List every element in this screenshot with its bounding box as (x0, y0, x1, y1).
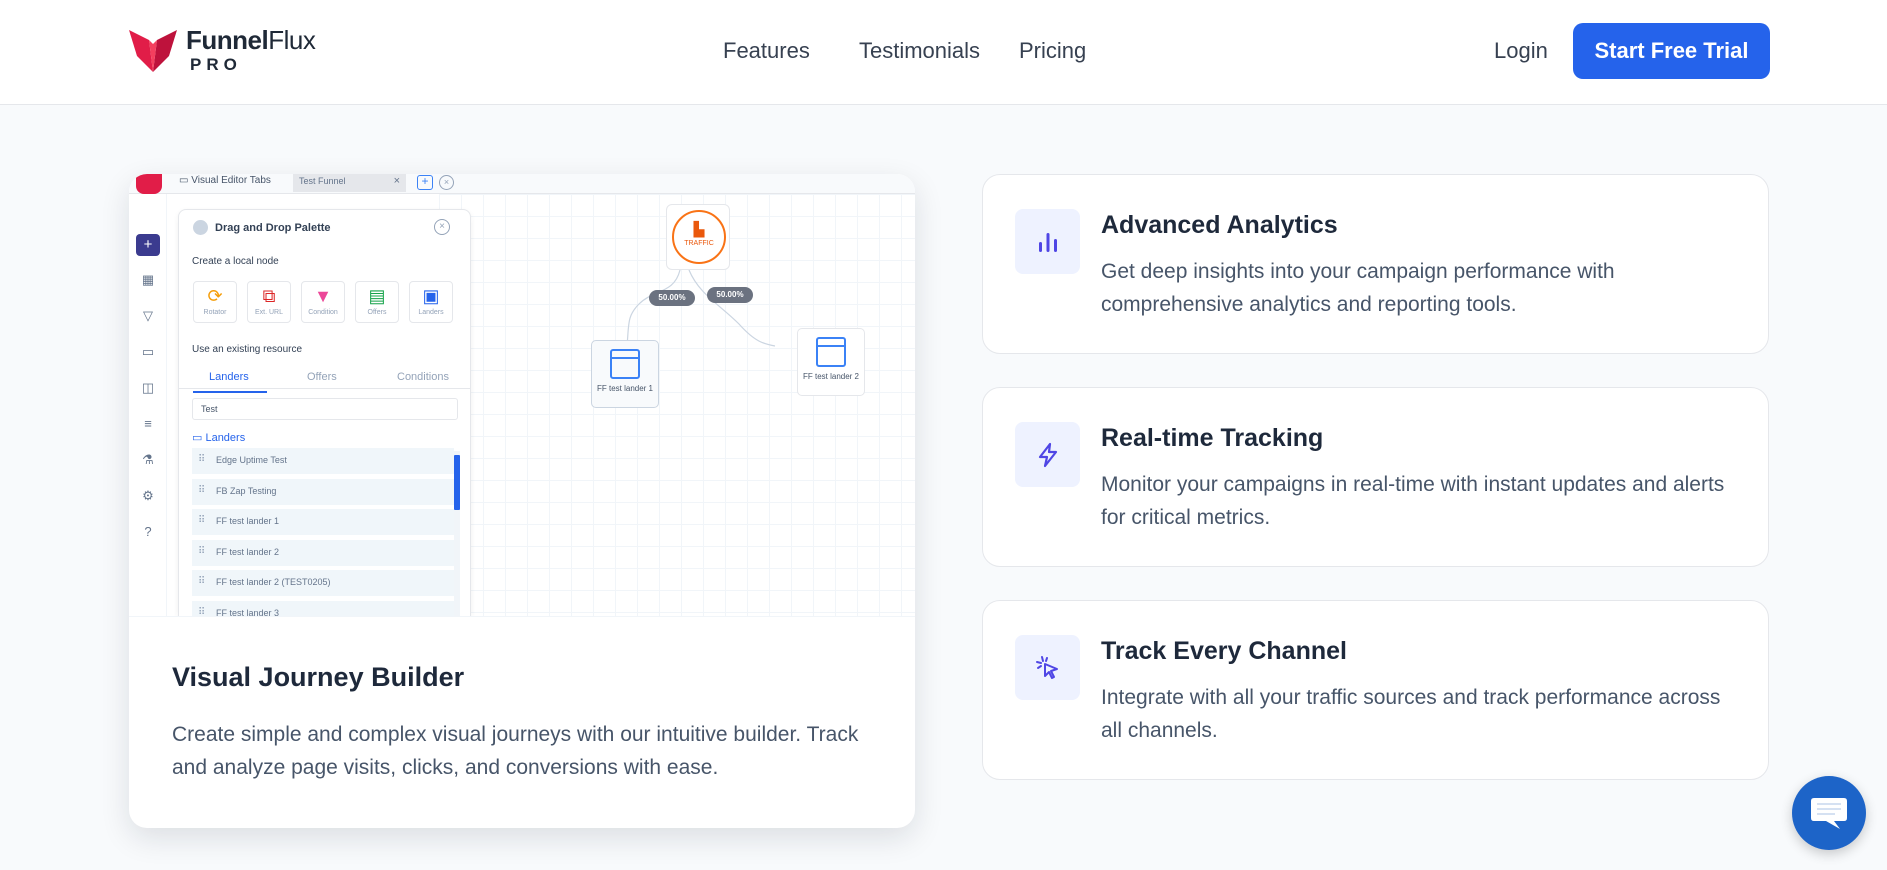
help-icon[interactable]: ? (140, 524, 156, 540)
lightning-icon (1015, 422, 1080, 487)
builder-title: Visual Journey Builder (172, 662, 465, 692)
flask-icon[interactable]: ⚗ (140, 452, 156, 468)
resource-search-input[interactable]: Test (192, 398, 458, 420)
resource-tab-offers[interactable]: Offers (307, 371, 337, 383)
lander-icon (610, 349, 640, 379)
chat-widget-button[interactable] (1792, 776, 1866, 850)
add-icon[interactable]: + (136, 234, 160, 256)
list-item[interactable]: FF test lander 1 (192, 509, 454, 535)
condition-icon: ▼ (314, 286, 332, 306)
nav-testimonials[interactable]: Testimonials (859, 38, 980, 64)
feature-title: Track Every Channel (1101, 637, 1347, 665)
list-item[interactable]: FF test lander 3 (192, 600, 454, 616)
visual-journey-builder-card: ▭ Visual Editor Tabs × Test Funnel + × + … (129, 174, 915, 828)
bar-chart-icon (1015, 209, 1080, 274)
nav-pricing[interactable]: Pricing (1019, 38, 1086, 64)
offers-icon: ▤ (368, 286, 386, 306)
use-existing-heading: Use an existing resource (192, 344, 303, 355)
list-item[interactable]: FB Zap Testing (192, 478, 454, 505)
split-percent-right: 50.00% (707, 287, 753, 303)
close-icon[interactable]: × (434, 219, 450, 235)
close-tabs-icon[interactable]: × (439, 175, 454, 190)
grid-icon[interactable]: ▦ (140, 272, 156, 288)
feature-card-analytics: Advanced Analytics Get deep insights int… (982, 174, 1769, 354)
database-icon[interactable]: ≡ (140, 416, 156, 432)
feature-title: Real-time Tracking (1101, 424, 1324, 452)
folder-icon[interactable]: ▭ (140, 344, 156, 360)
traffic-label: TRAFFIC (684, 240, 714, 247)
resource-tab-landers[interactable]: Landers (193, 371, 267, 393)
builder-screenshot: ▭ Visual Editor Tabs × Test Funnel + × + … (129, 174, 915, 617)
resource-tabs: Landers Offers Conditions (179, 365, 470, 393)
funnel-icon[interactable]: ▽ (140, 308, 156, 324)
external-url-icon: ⧉ (262, 286, 276, 306)
list-item[interactable]: FF test lander 2 (TEST0205) (192, 570, 454, 596)
palette-icon (193, 220, 208, 235)
brand-subtitle: PRO (190, 55, 242, 74)
lander-node-2[interactable]: FF test lander 2 (797, 328, 865, 396)
node-offers[interactable]: ▤ Offers (355, 281, 399, 323)
lander-list: Edge Uptime Test FB Zap Testing FF test … (192, 448, 454, 616)
landers-icon: ▣ (422, 286, 440, 306)
list-scrollbar[interactable] (454, 451, 460, 616)
node-landers[interactable]: ▣ Landers (409, 281, 453, 323)
lander-node-1[interactable]: FF test lander 1 (591, 340, 659, 408)
traffic-icon: ▙ (693, 221, 705, 237)
node-ext-url[interactable]: ⧉ Ext. URL (247, 281, 291, 323)
start-free-trial-button[interactable]: Start Free Trial (1573, 23, 1770, 79)
create-local-heading: Create a local node (192, 256, 279, 267)
tab-visual-editor[interactable]: ▭ Visual Editor Tabs (179, 175, 271, 186)
settings-icon[interactable]: ⚙ (140, 488, 156, 504)
tab-test-funnel[interactable]: × Test Funnel (293, 174, 406, 192)
feature-title: Advanced Analytics (1101, 211, 1338, 239)
rotator-icon: ⟳ (207, 286, 223, 306)
list-item[interactable]: Edge Uptime Test (192, 448, 454, 474)
editor-sidebar: + ▦ ▽ ▭ ◫ ≡ ⚗ ⚙ ? (129, 194, 167, 616)
feature-description: Get deep insights into your campaign per… (1101, 260, 1615, 316)
local-node-row: ⟳ Rotator ⧉ Ext. URL ▼ Condition ▤ Offers ▣ L… (193, 281, 453, 323)
drag-drop-palette: Drag and Drop Palette × Create a local n… (178, 209, 471, 616)
split-percent-left: 50.00% (649, 290, 695, 306)
feature-description: Monitor your campaigns in real-time with… (1101, 473, 1725, 529)
chart-icon[interactable]: ◫ (140, 380, 156, 396)
feature-card-channels: Track Every Channel Integrate with all y… (982, 600, 1769, 780)
feature-description: Integrate with all your traffic sources … (1101, 686, 1721, 742)
node-condition[interactable]: ▼ Condition (301, 281, 345, 323)
site-header: FunnelFlux PRO Features Testimonials Pri… (0, 0, 1887, 105)
nav-features[interactable]: Features (723, 38, 810, 64)
add-tab-icon[interactable]: + (417, 175, 433, 190)
close-icon[interactable]: × (394, 175, 400, 187)
chat-icon (1811, 798, 1847, 829)
scrollbar-thumb[interactable] (454, 455, 460, 510)
resource-tab-conditions[interactable]: Conditions (397, 371, 449, 383)
app-logo-icon (136, 174, 162, 194)
traffic-node[interactable]: ▙ TRAFFIC (666, 204, 730, 270)
builder-description: Create simple and complex visual journey… (172, 723, 859, 779)
landers-category[interactable]: ▭ Landers (192, 431, 245, 444)
node-rotator[interactable]: ⟳ Rotator (193, 281, 237, 323)
brand-name-bold: Funnel (186, 25, 269, 55)
funnelflux-logo-icon (129, 30, 177, 72)
brand-name-light: Flux (268, 25, 316, 55)
list-item[interactable]: FF test lander 2 (192, 539, 454, 566)
brand-logo[interactable]: FunnelFlux PRO (127, 25, 316, 74)
lander-icon (816, 337, 846, 367)
feature-card-tracking: Real-time Tracking Monitor your campaign… (982, 387, 1769, 567)
editor-tab-bar: ▭ Visual Editor Tabs × Test Funnel + × (129, 174, 915, 194)
palette-title: Drag and Drop Palette (215, 222, 331, 234)
login-link[interactable]: Login (1494, 38, 1548, 64)
cursor-click-icon (1015, 635, 1080, 700)
